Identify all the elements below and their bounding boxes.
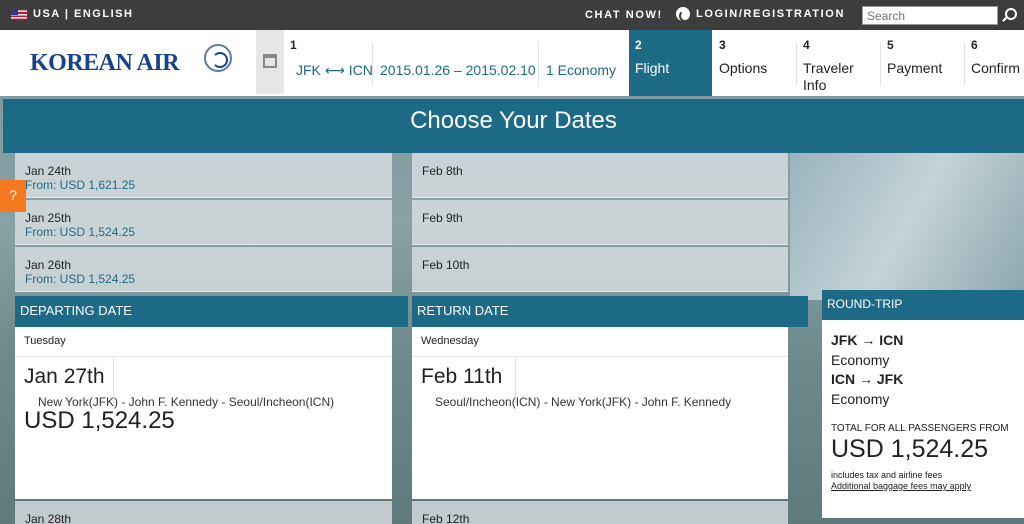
outbound-class: Economy — [831, 352, 890, 368]
step-payment[interactable]: 5 Payment — [881, 30, 963, 96]
return-date-option[interactable]: Feb 10th — [412, 247, 788, 292]
top-bar: USA | ENGLISH CHAT NOW! LOGIN/REGISTRATI… — [0, 0, 1024, 30]
login-link[interactable]: LOGIN/REGISTRATION — [676, 7, 845, 21]
date-price: From: USD 1,524.25 — [25, 225, 136, 239]
outbound-leg: JFK → ICN — [831, 332, 904, 348]
date-label: Jan 25th — [25, 211, 72, 225]
return-class: Economy — [831, 391, 890, 407]
divider — [15, 356, 392, 357]
step-label: Options — [719, 60, 768, 76]
round-trip-summary: JFK → ICN Economy ICN → JFK Economy TOTA… — [822, 320, 1024, 518]
selected-date: Jan 27th — [24, 365, 105, 388]
date-label: Feb 9th — [422, 211, 463, 225]
date-price: From: USD 1,524.25 — [25, 272, 136, 286]
locale-label: USA | ENGLISH — [33, 8, 134, 20]
return-date-option[interactable]: Feb 12th — [412, 501, 788, 524]
trip-cabin[interactable]: 1 Economy — [546, 62, 616, 78]
korean-air-icon — [676, 7, 690, 21]
selected-departure-card[interactable]: Tuesday Jan 27th New York(JFK) - John F.… — [15, 327, 392, 499]
trip-route[interactable]: JFK ⟷ ICN — [296, 62, 373, 79]
divider — [372, 42, 373, 86]
step-number: 6 — [971, 38, 978, 52]
selected-return-card[interactable]: Wednesday Feb 11th Seoul/Incheon(ICN) - … — [412, 327, 788, 499]
skyteam-logo-icon — [204, 44, 232, 72]
us-flag-icon — [11, 8, 27, 20]
depart-date-option[interactable]: Jan 28th — [15, 501, 392, 524]
selected-date: Feb 11th — [421, 365, 503, 388]
korean-air-logo[interactable]: KOREAN AIR — [30, 50, 180, 77]
fee-note: includes tax and airline fees — [831, 470, 943, 480]
fare-price: USD 1,524.25 — [24, 407, 175, 434]
step-number: 3 — [719, 38, 726, 52]
baggage-fees-link[interactable]: Additional baggage fees may apply — [831, 481, 1015, 491]
page-title: Choose Your Dates — [3, 99, 1024, 153]
return-date-option[interactable]: Feb 9th — [412, 200, 788, 245]
return-leg: ICN → JFK — [831, 371, 904, 387]
calendar-tab[interactable] — [256, 30, 284, 94]
step-1-number: 1 — [290, 38, 297, 52]
search-icon[interactable] — [1005, 8, 1017, 20]
step-traveler-info[interactable]: 4 Traveler Info — [797, 30, 879, 96]
step-number: 2 — [635, 38, 642, 52]
date-label: Feb 12th — [422, 512, 470, 524]
weekday: Tuesday — [24, 335, 66, 347]
help-button[interactable]: ? — [0, 180, 26, 212]
step-confirm[interactable]: 6 Confirm — [965, 30, 1024, 96]
date-label: Feb 10th — [422, 258, 470, 272]
return-date-option[interactable]: Feb 8th — [412, 153, 788, 198]
booking-header: KOREAN AIR 1 JFK ⟷ ICN 2015.01.26 – 2015… — [0, 30, 1024, 96]
step-number: 5 — [887, 38, 894, 52]
date-label: Feb 8th — [422, 164, 463, 178]
step-flight[interactable]: 2 Flight — [629, 30, 712, 96]
background-highlight — [790, 150, 1024, 300]
depart-date-option[interactable]: Jan 24th From: USD 1,621.25 — [15, 153, 392, 198]
return-date-heading: RETURN DATE — [412, 296, 808, 327]
flight-route: Seoul/Incheon(ICN) - New York(JFK) - Joh… — [435, 395, 732, 409]
step-label: Traveler Info — [803, 60, 854, 93]
login-label: LOGIN/REGISTRATION — [696, 8, 845, 20]
date-label: Jan 24th — [25, 164, 72, 178]
step-label: Payment — [887, 60, 943, 76]
step-label: Flight — [635, 60, 670, 76]
date-label: Jan 28th — [25, 512, 72, 524]
step-options[interactable]: 3 Options — [713, 30, 795, 96]
departing-date-heading: DEPARTING DATE — [15, 296, 408, 327]
divider — [412, 356, 788, 357]
step-label: Confirm — [971, 60, 1021, 76]
depart-date-option[interactable]: Jan 25th From: USD 1,524.25 — [15, 200, 392, 245]
date-label: Jan 26th — [25, 258, 72, 272]
divider — [538, 42, 539, 86]
search-input[interactable] — [862, 6, 998, 25]
chat-now-link[interactable]: CHAT NOW! — [585, 9, 663, 21]
trip-dates[interactable]: 2015.01.26 – 2015.02.10 — [380, 62, 536, 78]
calendar-icon — [263, 54, 277, 68]
date-price: From: USD 1,621.25 — [25, 178, 136, 192]
locale-selector[interactable]: USA | ENGLISH — [11, 8, 133, 20]
total-price: USD 1,524.25 — [831, 435, 989, 463]
round-trip-heading: ROUND-TRIP — [822, 290, 1024, 320]
weekday: Wednesday — [421, 335, 479, 347]
total-label: TOTAL FOR ALL PASSENGERS FROM — [831, 423, 1009, 434]
step-number: 4 — [803, 38, 810, 52]
depart-date-option[interactable]: Jan 26th From: USD 1,524.25 — [15, 247, 392, 292]
